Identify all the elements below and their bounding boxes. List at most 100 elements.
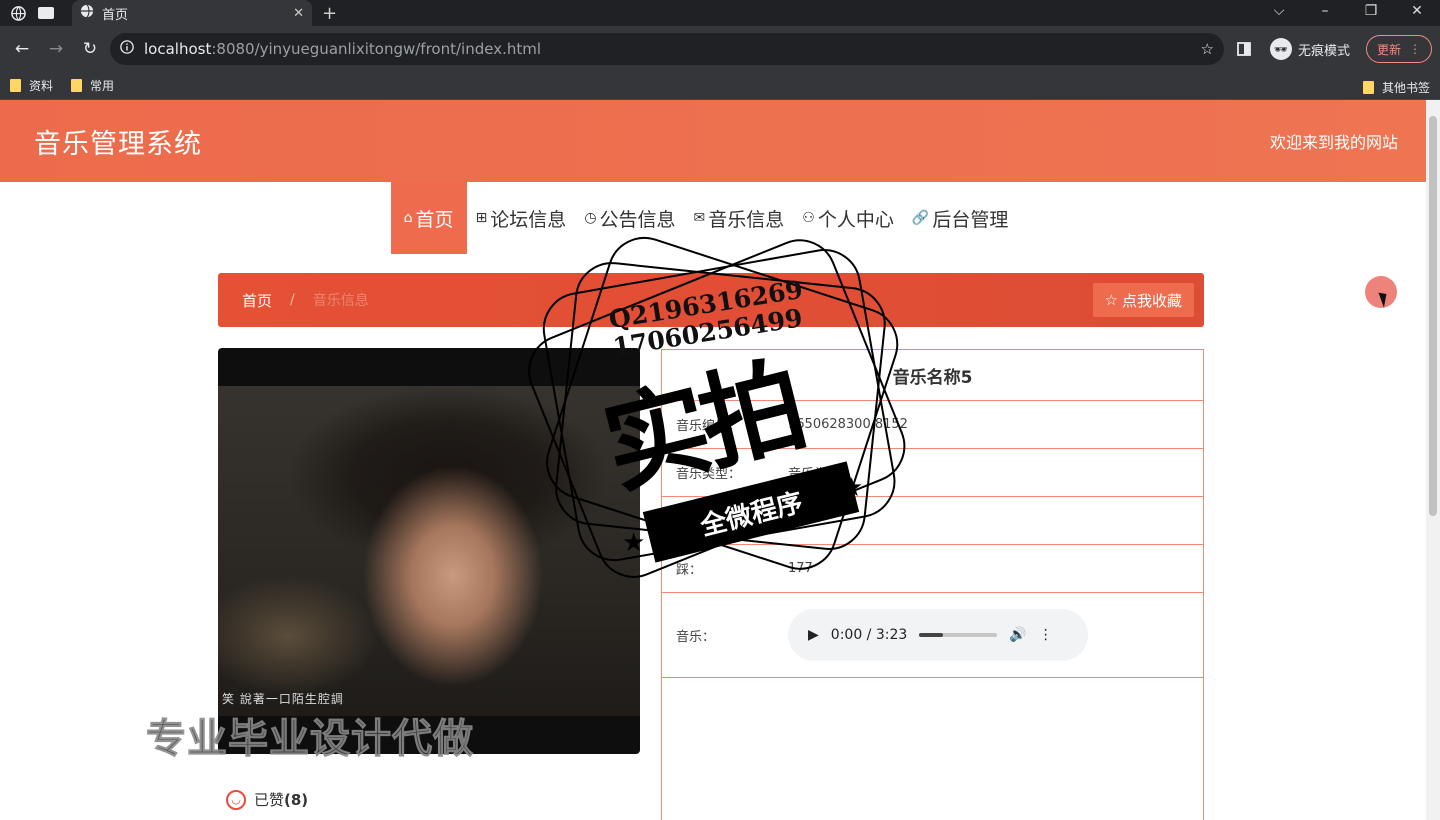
detail-key: 音乐： (676, 629, 716, 645)
tab-title: 首页 (102, 7, 129, 23)
update-button[interactable]: 更新 ⋮ (1365, 35, 1432, 63)
play-icon[interactable]: ▶ (808, 627, 819, 643)
audio-time: 0:00 / 3:23 (830, 627, 908, 643)
music-detail-panel: 音乐名称5 音乐编号： 1650628300 8152 音乐类型： 音乐类型2 踩：… (661, 349, 1204, 820)
reload-icon[interactable]: ↻ (76, 35, 104, 63)
restore-icon[interactable]: ❐ (1348, 0, 1394, 26)
folder-icon (71, 79, 83, 92)
audio-seek-fill (919, 633, 943, 637)
window-controls: ⌵ – ❐ ✕ (1256, 0, 1440, 26)
nav-label: 论坛信息 (490, 208, 567, 231)
incognito-label: 无痕模式 (1297, 43, 1350, 59)
close-icon[interactable]: ✕ (293, 6, 304, 21)
breadcrumb-home[interactable]: 首页 (242, 290, 272, 311)
cover-photo (218, 386, 640, 716)
forum-icon: ⊞ (475, 210, 488, 226)
globe-icon (80, 4, 94, 22)
detail-key: 音乐编号： (676, 419, 742, 434)
browser-tabbar: 首页 ✕ + ⌵ – ❐ ✕ (0, 0, 1440, 26)
like-count: (8) (284, 791, 309, 809)
breadcrumb-separator: / (290, 292, 295, 308)
back-icon[interactable]: ← (8, 35, 36, 63)
globe-icon[interactable] (8, 3, 28, 23)
folder-icon (10, 79, 21, 92)
page: 音乐管理系统 欢迎来到我的网站 ⌂ 首页 ⊞ 论坛信息 ◷ 公告信息 ✉ 音乐信息 ⚇ 个… (0, 100, 1440, 820)
incognito-indicator[interactable]: 🕶 无痕模式 (1269, 38, 1350, 60)
music-cover-image: 笑 說著一口陌生腔調 (218, 348, 640, 754)
chevron-down-icon[interactable]: ⌵ (1256, 0, 1302, 26)
nav-item-notice[interactable]: ◷ 公告信息 (575, 182, 684, 254)
nav-item-home[interactable]: ⌂ 首页 (390, 182, 467, 254)
info-icon[interactable] (120, 40, 134, 58)
bookmark-label: 资料 (29, 79, 54, 93)
incognito-icon: 🕶 (1269, 38, 1292, 60)
notice-icon: ◷ (584, 210, 597, 226)
url-path: :8080/yinyueguanlixitongw/front/index.ht… (211, 40, 542, 58)
audio-seek-slider[interactable] (919, 633, 998, 637)
nav-item-music[interactable]: ✉ 音乐信息 (685, 182, 794, 254)
other-bookmarks[interactable]: 其他书签 (1362, 79, 1430, 96)
detail-row: 音乐类型： 音乐类型2 (662, 448, 1203, 496)
nav-label: 个人中心 (817, 208, 894, 231)
collect-button[interactable]: ☆ 点我收藏 (1092, 283, 1194, 317)
volume-icon[interactable]: 🔊 (1009, 627, 1026, 643)
detail-row-audio: 音乐： ▶ 0:00 / 3:23 🔊 ⋮ (662, 592, 1203, 678)
bookmark-folder-0[interactable]: 资料 (10, 77, 53, 94)
star-icon: ★ (840, 473, 864, 503)
site-header: 音乐管理系统 欢迎来到我的网站 (0, 100, 1440, 182)
bookmark-folder-1[interactable]: 常用 (71, 77, 114, 94)
tab-group-icon[interactable] (36, 3, 56, 23)
site-brand: 音乐管理系统 (34, 128, 202, 160)
browser-tab[interactable]: 首页 ✕ (72, 0, 312, 26)
home-icon: ⌂ (403, 210, 413, 226)
folder-icon (1362, 81, 1374, 94)
nav-label: 后台管理 (932, 208, 1009, 231)
bookmark-star-icon[interactable]: ☆ (1201, 40, 1214, 58)
detail-key: 踩： (676, 563, 703, 578)
collect-label: 点我收藏 (1121, 291, 1182, 310)
music-icon: ✉ (693, 210, 706, 226)
bookmarks-bar: 资料 常用 其他书签 (0, 72, 1440, 100)
more-icon[interactable]: ⋮ (1039, 627, 1053, 643)
sidepanel-icon[interactable] (1230, 35, 1258, 63)
minimize-icon[interactable]: – (1302, 0, 1348, 26)
like-label: 已赞 (254, 791, 285, 809)
welcome-text: 欢迎来到我的网站 (1269, 133, 1398, 152)
watermark-bottom: 专业毕业设计代做 (146, 716, 474, 763)
nav-item-profile[interactable]: ⚇ 个人中心 (793, 182, 903, 254)
address-bar-row: ← → ↻ localhost:8080/yinyueguanlixitongw… (0, 26, 1440, 72)
page-scrollbar[interactable] (1426, 100, 1440, 820)
user-icon: ⚇ (802, 210, 815, 226)
url-host: localhost (144, 40, 212, 58)
url-input[interactable]: localhost:8080/yinyueguanlixitongw/front… (110, 33, 1224, 65)
nav-item-admin[interactable]: 🔗 后台管理 (903, 182, 1017, 254)
new-tab-icon[interactable]: + (322, 3, 337, 24)
audio-player[interactable]: ▶ 0:00 / 3:23 🔊 ⋮ (788, 609, 1088, 661)
breadcrumb-current: 音乐信息 (312, 293, 369, 309)
scrollbar-thumb[interactable] (1429, 116, 1437, 516)
nav-item-forum[interactable]: ⊞ 论坛信息 (467, 182, 576, 254)
breadcrumb: 首页 / 音乐信息 ☆ 点我收藏 (218, 273, 1204, 327)
nav-label: 公告信息 (599, 208, 676, 231)
main-nav: ⌂ 首页 ⊞ 论坛信息 ◷ 公告信息 ✉ 音乐信息 ⚇ 个人中心 🔗 后台管理 (0, 182, 1440, 254)
music-title: 音乐名称5 (892, 367, 973, 388)
more-icon: ⋮ (1409, 42, 1421, 56)
cover-subtitle: 笑 說著一口陌生腔調 (222, 692, 344, 706)
like-status[interactable]: ◡ 已赞(8) (226, 789, 308, 810)
update-label: 更新 (1376, 42, 1401, 57)
smile-icon: ◡ (226, 789, 246, 810)
detail-key: 音乐类型： (676, 467, 742, 482)
detail-row: 音乐编号： 1650628300 8152 (662, 400, 1203, 448)
bookmark-label: 常用 (90, 79, 115, 93)
star-icon: ☆ (1104, 291, 1118, 309)
detail-value: 177 (788, 561, 813, 576)
close-window-icon[interactable]: ✕ (1394, 0, 1440, 26)
nav-label: 首页 (415, 208, 454, 231)
nav-label: 音乐信息 (708, 208, 785, 231)
detail-row: 踩： 177 (662, 544, 1203, 592)
detail-row (662, 496, 1203, 544)
bookmark-label: 其他书签 (1381, 81, 1430, 95)
link-icon: 🔗 (911, 210, 930, 226)
forward-icon[interactable]: → (42, 35, 70, 63)
detail-value: 1650628300 8152 (788, 417, 908, 432)
